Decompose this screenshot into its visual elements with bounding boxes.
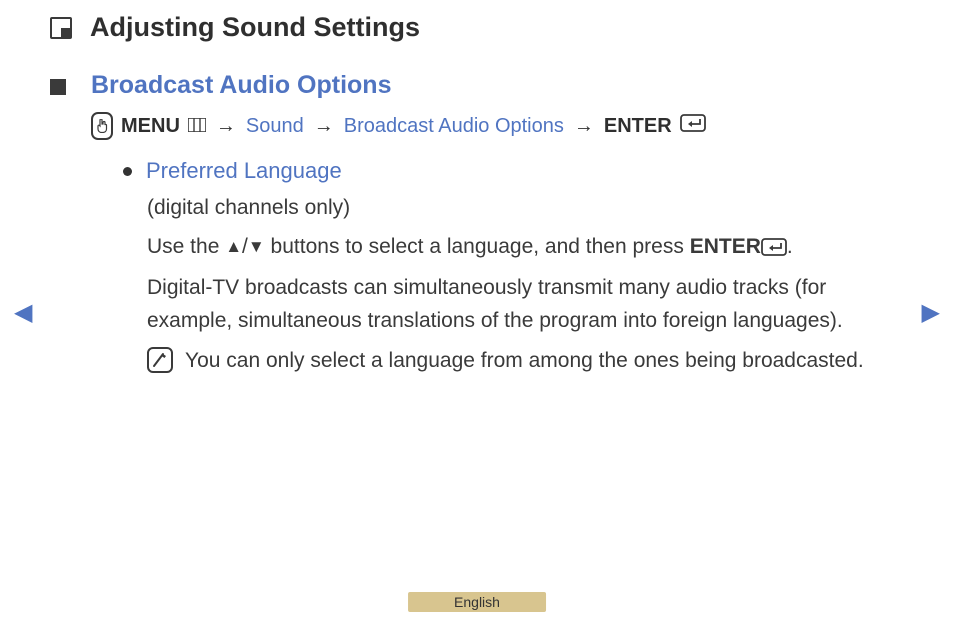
section-row: Broadcast Audio Options	[50, 71, 904, 100]
down-arrow-icon: ▼	[248, 237, 265, 256]
breadcrumb-broadcast-audio-options: Broadcast Audio Options	[344, 115, 564, 138]
chapter-marker-icon	[50, 17, 72, 39]
square-bullet-icon	[50, 79, 66, 95]
enter-icon	[680, 114, 706, 138]
up-arrow-icon: ▲	[225, 237, 242, 256]
breadcrumb-arrow: →	[314, 115, 334, 138]
menu-label: MENU	[121, 115, 180, 138]
language-footer[interactable]: English	[408, 592, 546, 612]
breadcrumb-arrow: →	[216, 115, 236, 138]
breadcrumb-sound: Sound	[246, 115, 304, 138]
title-row: Adjusting Sound Settings	[50, 12, 904, 43]
next-page-arrow[interactable]: ▶	[922, 298, 940, 327]
section-title: Broadcast Audio Options	[91, 71, 391, 100]
body-text: (digital channels only) Use the ▲/▼ butt…	[147, 192, 904, 378]
subtitle-text: (digital channels only)	[147, 192, 904, 225]
manual-page: Adjusting Sound Settings Broadcast Audio…	[0, 0, 954, 378]
instruction-text: Use the ▲/▼ buttons to select a language…	[147, 231, 904, 267]
menu-grid-icon	[188, 115, 206, 138]
preferred-language-title: Preferred Language	[146, 158, 342, 184]
breadcrumb-arrow: →	[574, 115, 594, 138]
instruction-mid: buttons to select a language, and then p…	[265, 235, 690, 258]
enter-label-inline: ENTER	[690, 235, 761, 258]
round-bullet-icon	[123, 167, 132, 176]
enter-label: ENTER	[604, 115, 672, 138]
description-text: Digital-TV broadcasts can simultaneously…	[147, 272, 904, 337]
prev-page-arrow[interactable]: ◀	[14, 298, 32, 327]
menu-path-breadcrumb: MENU → Sound → Broadcast Audio Options →…	[91, 112, 904, 140]
note-text: You can only select a language from amon…	[185, 345, 864, 378]
note-row: You can only select a language from amon…	[147, 345, 904, 378]
note-icon	[147, 347, 173, 373]
instruction-suffix: .	[787, 235, 793, 258]
enter-icon	[761, 234, 787, 267]
remote-hand-icon	[91, 112, 113, 140]
preferred-language-section: Preferred Language (digital channels onl…	[123, 158, 904, 378]
page-title: Adjusting Sound Settings	[90, 12, 420, 43]
bullet-row: Preferred Language	[123, 158, 904, 184]
instruction-prefix: Use the	[147, 235, 225, 258]
